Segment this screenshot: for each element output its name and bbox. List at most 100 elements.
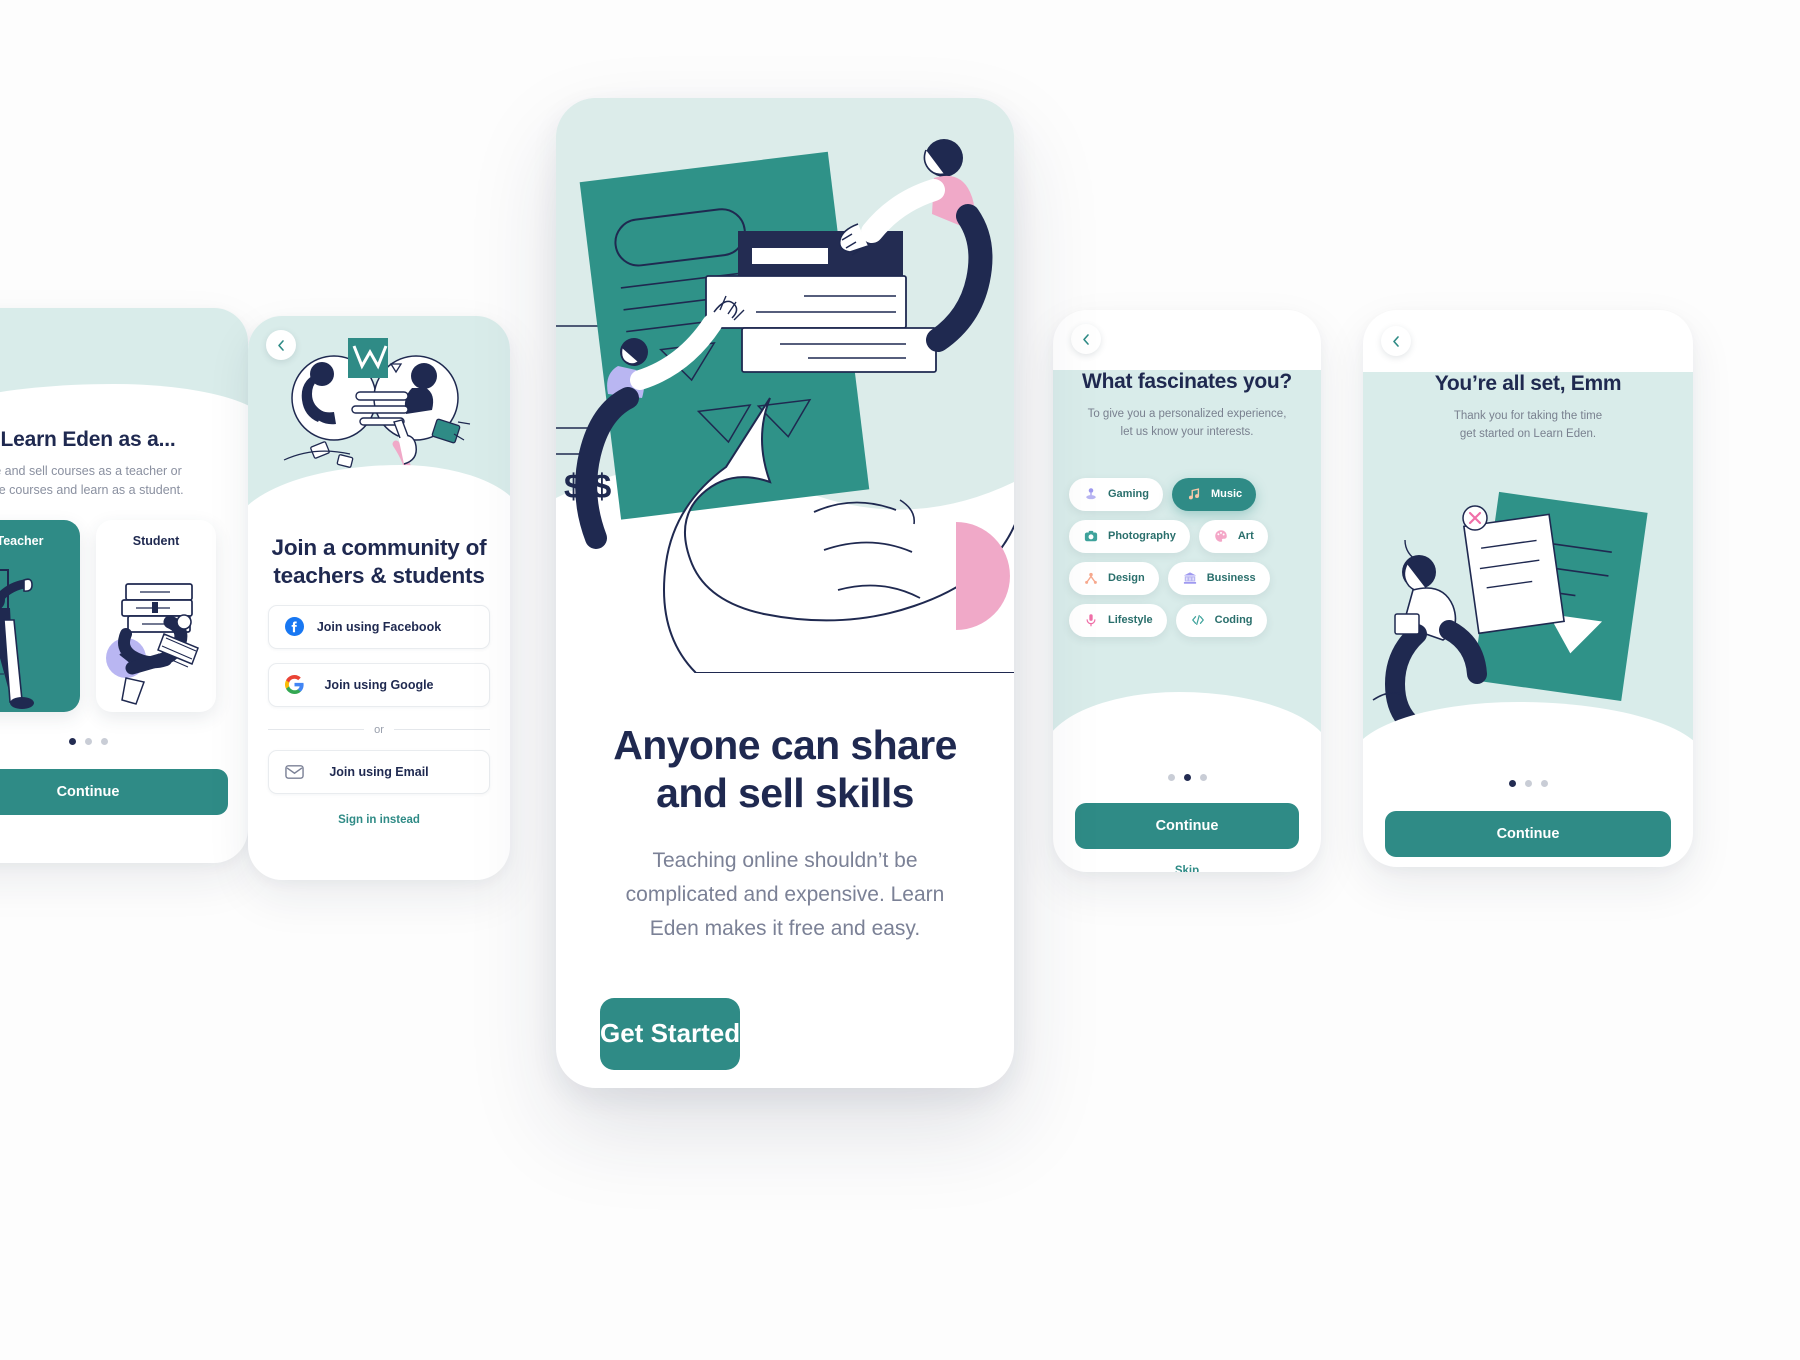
page-subtitle: To give you a personalized experience, l… xyxy=(1069,406,1305,442)
page-subtitle: Thank you for taking the time get starte… xyxy=(1381,408,1675,444)
divider-or: or xyxy=(268,724,490,736)
interest-chip-label: Lifestyle xyxy=(1108,614,1153,627)
role-label: Student xyxy=(132,533,180,548)
running-figure xyxy=(1372,555,1487,736)
page-title: Anyone can share and sell skills xyxy=(590,721,980,818)
interest-chip-gaming[interactable]: Gaming xyxy=(1069,477,1163,511)
continue-button[interactable]: Continue xyxy=(1075,803,1299,849)
screenshot-stage: Learn Eden as a... e and sell courses as… xyxy=(0,0,1800,1360)
continue-button[interactable]: Continue xyxy=(0,768,228,815)
description-line-3: Eden makes it free and easy. xyxy=(649,916,921,940)
role-option-list: Teacher Student xyxy=(0,519,228,712)
interest-chip-photography[interactable]: Photography xyxy=(1069,519,1190,553)
page-title: Join a community of teachers & students xyxy=(268,534,490,591)
pagination-dot-3[interactable] xyxy=(1540,780,1548,787)
role-select-body: Learn Eden as a... e and sell courses as… xyxy=(0,428,248,815)
screen-role-select: Learn Eden as a... e and sell courses as… xyxy=(0,308,248,863)
facebook-icon xyxy=(285,617,304,637)
chevron-left-icon xyxy=(1392,335,1399,347)
headline-line-2: and sell skills xyxy=(656,770,914,817)
pagination-dot-1[interactable] xyxy=(1508,780,1516,787)
continue-button[interactable]: Continue xyxy=(1385,811,1671,857)
hero-body: Anyone can share and sell skills Teachin… xyxy=(556,673,1014,946)
interest-chip-label: Art xyxy=(1237,530,1254,543)
page-title: You’re all set, Emm xyxy=(1434,372,1622,395)
description-line-1: Teaching online shouldn’t be xyxy=(652,848,918,872)
screen-all-set: You’re all set, Emm Thank you for taking… xyxy=(1363,310,1693,867)
pagination-dot-2[interactable] xyxy=(1183,774,1191,781)
music-note-icon xyxy=(1186,486,1202,502)
divider-rule-right xyxy=(393,729,490,731)
subtitle-line-2: let us know your interests. xyxy=(1120,425,1254,438)
back-button[interactable] xyxy=(1381,326,1411,356)
divider-rule-left xyxy=(268,729,365,731)
title-line-1: Join a community of xyxy=(271,535,487,560)
hero-illustration-area: $ $ xyxy=(556,98,1014,673)
join-email-button[interactable]: Join using Email xyxy=(268,749,490,794)
join-body: Join a community of teachers & students … xyxy=(248,534,510,826)
subtitle-line-2: se courses and learn as a student. xyxy=(0,482,184,497)
join-google-button[interactable]: Join using Google xyxy=(268,662,490,707)
headline-line-1: Anyone can share xyxy=(613,722,957,768)
interest-chip-coding[interactable]: Coding xyxy=(1175,603,1267,637)
page-title: What fascinates you? xyxy=(1082,370,1292,393)
role-option-student[interactable]: Student xyxy=(96,519,216,712)
interest-chip-label: Photography xyxy=(1108,530,1176,543)
screen-join-community: Join a community of teachers & students … xyxy=(248,316,510,880)
chevron-left-icon xyxy=(277,339,284,351)
interests-footer: Continue Skip xyxy=(1053,774,1321,872)
code-brackets-icon xyxy=(1190,612,1206,628)
skip-link[interactable]: Skip xyxy=(1075,865,1299,872)
wave-divider xyxy=(0,383,248,428)
envelope-icon xyxy=(285,764,304,780)
subtitle-line-1: e and sell courses as a teacher or xyxy=(0,464,182,478)
interest-chip-art[interactable]: Art xyxy=(1198,519,1268,553)
role-label: Teacher xyxy=(0,533,44,548)
pagination-dots xyxy=(1075,774,1299,781)
screen-hero-onboarding: $ $ Anyone can share and sell skills Tea… xyxy=(556,98,1014,1088)
back-button[interactable] xyxy=(266,330,296,360)
subtitle-line-1: To give you a personalized experience, xyxy=(1087,408,1287,420)
interest-chip-grid: Gaming Music Photography Art Design Busi… xyxy=(1069,477,1305,637)
role-select-hero xyxy=(0,308,248,428)
camera-icon xyxy=(1083,528,1099,544)
pagination-dot-1[interactable] xyxy=(1167,774,1175,781)
back-button[interactable] xyxy=(1071,324,1101,354)
pagination-dots xyxy=(0,737,228,745)
pagination-dot-2[interactable] xyxy=(1524,780,1532,787)
interest-chip-design[interactable]: Design xyxy=(1069,561,1159,595)
pagination-dots xyxy=(1385,780,1671,787)
page-description: Teaching online shouldn’t be complicated… xyxy=(590,844,980,946)
title-line-2: teachers & students xyxy=(273,563,485,589)
interest-chip-label: Gaming xyxy=(1108,488,1149,501)
divider-label: or xyxy=(374,723,384,736)
interest-chip-label: Business xyxy=(1206,572,1256,585)
page-title: Learn Eden as a... xyxy=(0,428,176,451)
pagination-dot-1[interactable] xyxy=(68,737,76,745)
palette-icon xyxy=(1213,528,1229,544)
share-and-sell-illustration: $ $ xyxy=(556,98,1014,673)
interest-chip-label: Design xyxy=(1108,572,1145,585)
interest-chip-label: Coding xyxy=(1214,614,1253,627)
join-facebook-button[interactable]: Join using Facebook xyxy=(268,604,490,649)
student-illustration xyxy=(106,582,199,705)
screen-interests: What fascinates you? To give you a perso… xyxy=(1053,310,1321,872)
subtitle-line-2: get started on Learn Eden. xyxy=(1459,427,1597,440)
bank-icon xyxy=(1182,570,1198,586)
sign-in-instead-link[interactable]: Sign in instead xyxy=(268,814,490,826)
teacher-illustration xyxy=(0,568,34,709)
interest-chip-business[interactable]: Business xyxy=(1167,561,1270,595)
interest-chip-music[interactable]: Music xyxy=(1171,477,1257,511)
pagination-dot-3[interactable] xyxy=(1199,774,1207,781)
pagination-dot-3[interactable] xyxy=(100,737,108,745)
interest-chip-label: Music xyxy=(1210,488,1243,501)
pagination-dot-2[interactable] xyxy=(84,737,92,745)
all-set-footer: Continue xyxy=(1363,780,1693,857)
interest-chip-lifestyle[interactable]: Lifestyle xyxy=(1069,603,1167,637)
get-started-button[interactable]: Get Started xyxy=(600,997,741,1070)
role-option-teacher[interactable]: Teacher xyxy=(0,519,80,712)
interests-hero: What fascinates you? To give you a perso… xyxy=(1053,370,1321,762)
design-tool-icon xyxy=(1083,570,1099,586)
subtitle-line-1: Thank you for taking the time xyxy=(1453,410,1603,422)
joystick-icon xyxy=(1083,486,1099,502)
